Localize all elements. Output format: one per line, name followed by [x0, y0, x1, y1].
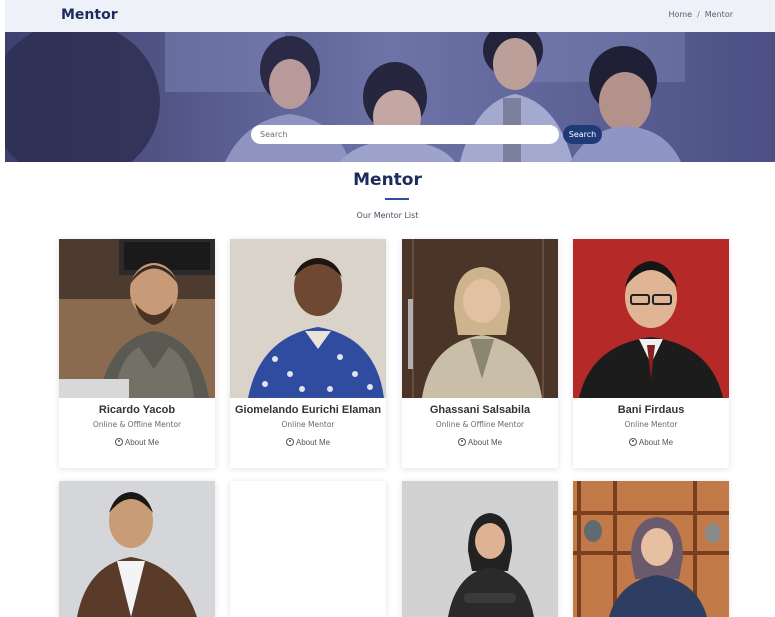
about-me-link[interactable]: About Me	[59, 437, 215, 447]
mentor-photo	[402, 239, 558, 398]
user-circle-icon	[114, 438, 123, 446]
page-subtitle: Our Mentor List	[356, 211, 419, 220]
breadcrumb: Home / Mentor	[668, 10, 733, 19]
mentor-name: Giomelando Eurichi Elaman	[234, 404, 382, 416]
about-me-label: About Me	[638, 438, 674, 447]
about-me-label: About Me	[467, 438, 503, 447]
user-circle-icon	[628, 438, 637, 446]
mentor-role: Online & Offline Mentor	[92, 420, 182, 429]
mentor-role: Online & Offline Mentor	[435, 420, 525, 429]
mentor-card[interactable]	[402, 481, 558, 617]
mentor-card[interactable]	[59, 481, 215, 617]
user-circle-icon	[285, 438, 294, 446]
mentor-photo	[59, 239, 215, 398]
mentor-name: Bani Firdaus	[617, 404, 685, 416]
mentor-role: Online Mentor	[624, 420, 678, 429]
page-title: Mentor	[353, 170, 422, 190]
mentor-card[interactable]: Bani Firdaus Online Mentor About Me	[573, 239, 729, 468]
mentor-photo	[573, 481, 729, 617]
mentor-card[interactable]	[573, 481, 729, 617]
mentor-photo	[573, 239, 729, 398]
mentor-photo	[230, 239, 386, 398]
about-me-link[interactable]: About Me	[573, 437, 729, 447]
about-me-label: About Me	[295, 438, 331, 447]
breadcrumb-current: Mentor	[704, 10, 733, 19]
about-me-link[interactable]: About Me	[402, 437, 558, 447]
about-me-label: About Me	[124, 438, 160, 447]
search-input[interactable]	[251, 125, 559, 144]
mentor-name: Ricardo Yacob	[98, 404, 176, 416]
mentor-card[interactable]: Giomelando Eurichi Elaman Online Mentor …	[230, 239, 386, 468]
top-navbar: Mentor Home / Mentor	[5, 0, 775, 32]
hero-banner: Search	[5, 32, 775, 162]
about-me-link[interactable]: About Me	[230, 437, 386, 447]
mentor-name: Ghassani Salsabila	[429, 404, 531, 416]
mentor-role: Online Mentor	[281, 420, 335, 429]
mentor-card[interactable]: Ricardo Yacob Online & Offline Mentor Ab…	[59, 239, 215, 468]
search-button[interactable]: Search	[563, 125, 602, 144]
breadcrumb-separator: /	[697, 10, 700, 19]
mentor-card[interactable]	[230, 481, 386, 617]
mentor-card[interactable]: Ghassani Salsabila Online & Offline Ment…	[402, 239, 558, 468]
breadcrumb-home-link[interactable]: Home	[668, 10, 692, 19]
brand-logo-text[interactable]: Mentor	[61, 7, 118, 23]
mentor-photo	[402, 481, 558, 617]
mentor-photo	[59, 481, 215, 617]
title-underline	[385, 198, 409, 200]
mentor-photo	[230, 481, 386, 617]
user-circle-icon	[457, 438, 466, 446]
